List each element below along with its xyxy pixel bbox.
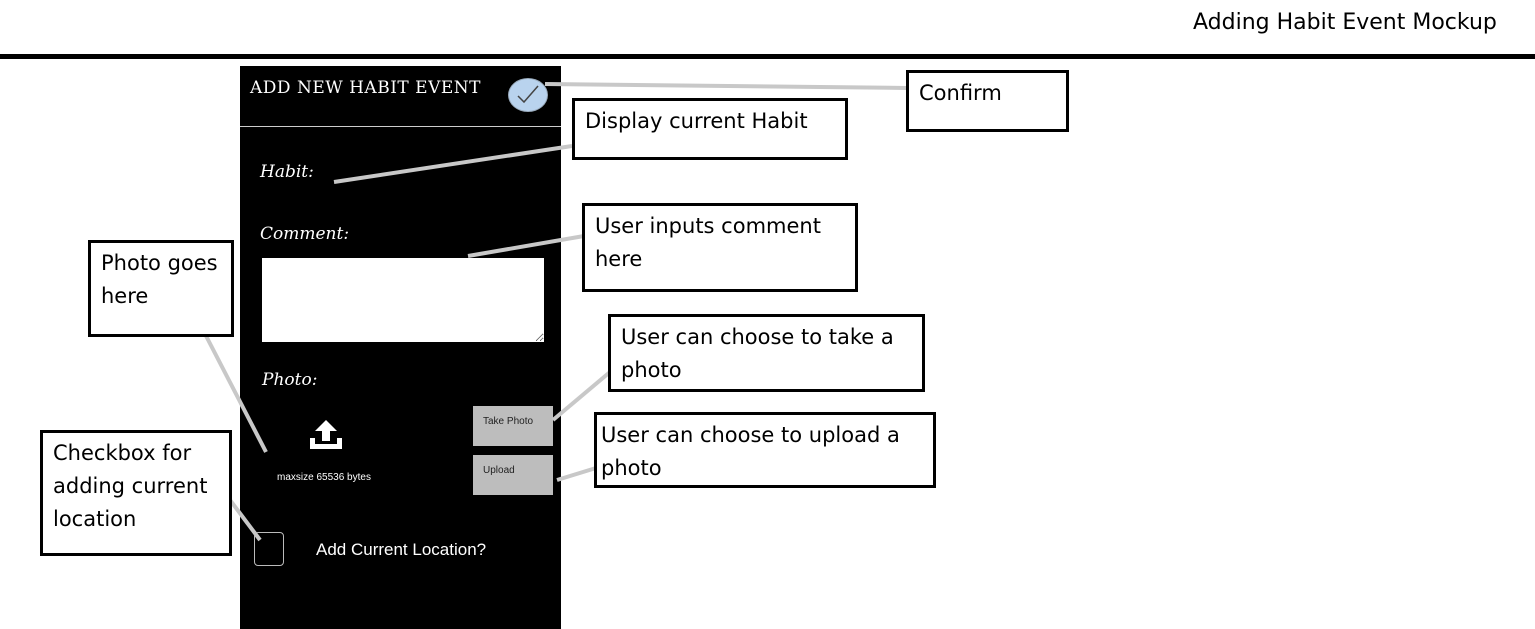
leader-display-habit — [333, 144, 573, 184]
leader-comment — [467, 234, 585, 258]
callout-photo: Photo goes here — [88, 240, 234, 337]
callout-comment: User inputs comment here — [582, 203, 858, 292]
callout-checkbox: Checkbox for adding current location — [40, 430, 232, 556]
callout-take-photo: User can choose to take a photo — [608, 314, 925, 392]
leader-upload — [556, 466, 597, 482]
callout-display-habit: Display current Habit — [572, 98, 848, 160]
callout-upload: User can choose to upload a photo — [594, 412, 936, 488]
leader-confirm — [544, 82, 908, 90]
callout-confirm: Confirm — [906, 70, 1069, 132]
leader-checkbox — [228, 498, 262, 542]
